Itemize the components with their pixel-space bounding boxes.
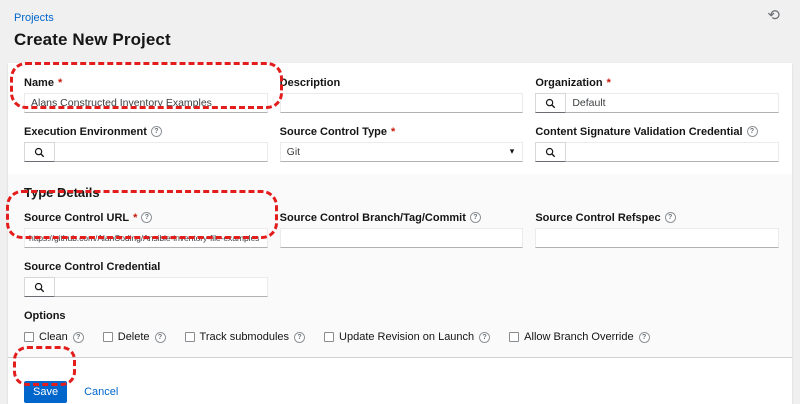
clean-checkbox[interactable]: [24, 332, 34, 342]
breadcrumb-link-projects[interactable]: Projects: [14, 12, 54, 24]
content-signature-credential-input[interactable]: [566, 142, 779, 162]
required-marker: *: [606, 76, 611, 89]
field-name: Name *: [24, 76, 268, 113]
form-actions: Save Cancel: [24, 358, 779, 404]
field-source-control-type: Source Control Type * Git ▾: [279, 125, 524, 162]
update-revision-checkbox[interactable]: [324, 332, 335, 342]
source-control-refspec-input[interactable]: [535, 228, 779, 248]
page-header: Projects Create New Project: [0, 0, 800, 50]
update-revision-label: Update Revision on Launch: [339, 331, 475, 343]
organization-search-button[interactable]: [535, 93, 567, 113]
options-row: Clean ? Delete ? Track submodules ? Upda…: [24, 331, 779, 345]
description-label: Description: [279, 76, 341, 89]
options-heading: Options: [24, 310, 66, 322]
help-icon[interactable]: ?: [141, 212, 153, 223]
required-marker: *: [57, 76, 63, 89]
allow-branch-override-label: Allow Branch Override: [524, 331, 634, 343]
source-control-url-label: Source Control URL: [24, 211, 130, 224]
field-source-control-url: Source Control URL * ?: [24, 211, 268, 248]
source-control-branch-label: Source Control Branch/Tag/Commit: [279, 211, 466, 224]
create-project-page: Projects Create New Project ⟲ Name * Des…: [0, 0, 800, 404]
help-icon[interactable]: ?: [72, 331, 84, 343]
cancel-link[interactable]: Cancel: [84, 386, 118, 398]
allow-branch-override-checkbox[interactable]: [509, 332, 520, 342]
history-revert-icon[interactable]: ⟲: [767, 8, 780, 23]
name-label: Name: [24, 76, 54, 89]
options-block: Options Clean ? Delete ? Track submodule…: [24, 310, 779, 345]
search-icon: [546, 98, 556, 108]
required-marker: *: [133, 211, 138, 224]
help-icon[interactable]: ?: [664, 212, 676, 223]
delete-label: Delete: [117, 331, 150, 343]
organization-lookup: [535, 93, 779, 113]
track-submodules-checkbox[interactable]: [184, 332, 195, 342]
option-track-submodules[interactable]: Track submodules ?: [184, 331, 306, 343]
organization-label: Organization: [535, 76, 603, 89]
field-source-control-credential: Source Control Credential: [24, 260, 268, 297]
source-control-credential-search-button[interactable]: [24, 277, 55, 297]
source-control-credential-input[interactable]: [55, 277, 268, 297]
option-clean[interactable]: Clean ?: [24, 331, 84, 343]
search-icon: [34, 282, 45, 292]
help-icon[interactable]: ?: [746, 126, 758, 137]
option-delete[interactable]: Delete ?: [102, 331, 166, 343]
search-icon: [34, 147, 45, 157]
field-source-control-branch: Source Control Branch/Tag/Commit ?: [279, 211, 524, 248]
source-control-type-select[interactable]: Git ▾: [279, 142, 524, 162]
source-control-type-label: Source Control Type: [279, 125, 388, 138]
type-details-section: Type Details Source Control URL * ? Sour…: [8, 174, 792, 358]
source-control-type-value: Git: [286, 146, 301, 158]
field-description: Description: [279, 76, 524, 113]
type-details-heading: Type Details: [24, 185, 100, 200]
content-signature-validation-credential-label: Content Signature Validation Credential: [535, 125, 743, 138]
help-icon[interactable]: ?: [638, 331, 650, 343]
description-input[interactable]: [279, 93, 524, 113]
help-icon[interactable]: ?: [479, 331, 491, 343]
option-allow-branch-override[interactable]: Allow Branch Override ?: [509, 331, 650, 343]
save-button[interactable]: Save: [24, 381, 68, 403]
breadcrumb: Projects: [14, 8, 786, 26]
field-content-signature-validation-credential: Content Signature Validation Credential …: [535, 125, 779, 162]
help-icon[interactable]: ?: [294, 331, 306, 343]
form-grid-type-details: Source Control URL * ? Source Control Br…: [24, 211, 779, 297]
delete-checkbox[interactable]: [102, 332, 113, 342]
execution-environment-input[interactable]: [55, 142, 268, 162]
search-icon: [546, 147, 556, 157]
content-signature-credential-lookup: [535, 142, 779, 162]
execution-environment-search-button[interactable]: [24, 142, 55, 162]
clean-label: Clean: [39, 331, 68, 343]
field-execution-environment: Execution Environment ?: [24, 125, 268, 162]
source-control-url-input[interactable]: [24, 228, 268, 248]
page-title: Create New Project: [14, 30, 171, 49]
source-control-credential-label: Source Control Credential: [24, 260, 161, 273]
source-control-refspec-label: Source Control Refspec: [535, 211, 661, 224]
source-control-credential-lookup: [24, 277, 268, 297]
form-grid-top: Name * Description Organization *: [24, 76, 779, 162]
form-card: Name * Description Organization *: [8, 63, 792, 404]
help-icon[interactable]: ?: [469, 212, 481, 223]
chevron-down-icon: ▾: [509, 147, 515, 157]
track-submodules-label: Track submodules: [199, 331, 290, 343]
option-update-revision-on-launch[interactable]: Update Revision on Launch ?: [324, 331, 491, 343]
help-icon[interactable]: ?: [154, 331, 166, 343]
execution-environment-lookup: [24, 142, 268, 162]
name-input[interactable]: [24, 93, 268, 113]
content-signature-credential-search-button[interactable]: [535, 142, 567, 162]
source-control-branch-input[interactable]: [279, 228, 524, 248]
organization-input[interactable]: [566, 93, 779, 113]
execution-environment-label: Execution Environment: [24, 125, 147, 138]
field-source-control-refspec: Source Control Refspec ?: [535, 211, 779, 248]
required-marker: *: [391, 125, 396, 138]
help-icon[interactable]: ?: [150, 126, 162, 137]
field-organization: Organization *: [535, 76, 779, 113]
